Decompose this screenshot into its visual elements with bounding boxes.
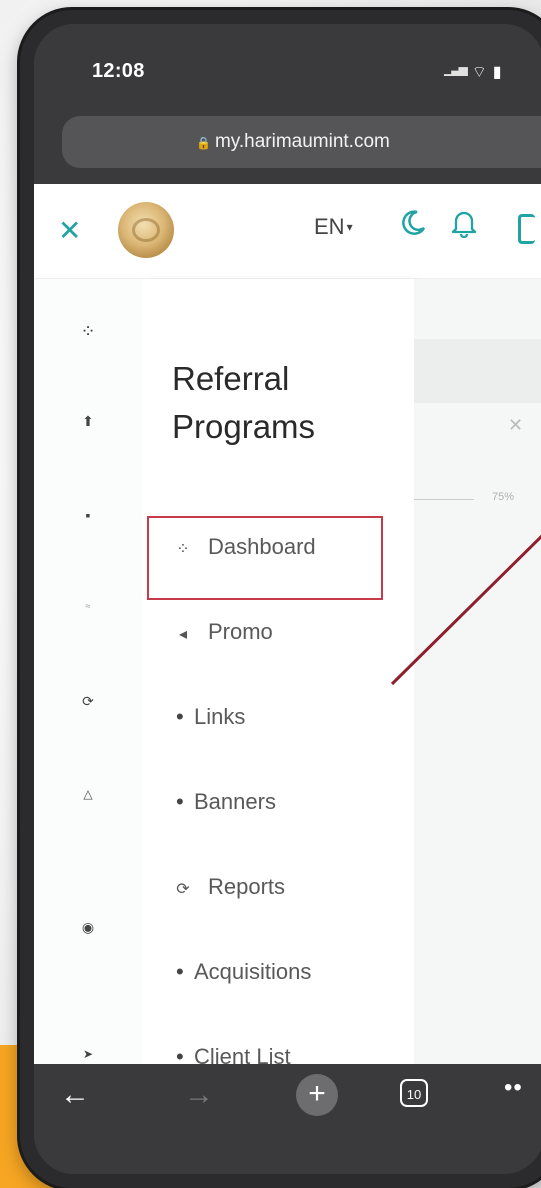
menu-item-promo[interactable]: ◂ Promo — [172, 619, 273, 645]
lock-icon: 🔒 — [196, 136, 211, 150]
user-icon[interactable]: ⬆ — [78, 413, 98, 430]
new-tab-plus-icon[interactable]: + — [296, 1074, 338, 1116]
menu-item-reports[interactable]: ⟳ Reports — [172, 874, 285, 900]
dashboard-grid-icon[interactable]: ⁘ — [78, 321, 98, 342]
bullet: • — [176, 704, 184, 729]
shield-icon[interactable]: △ — [78, 787, 98, 801]
referral-icon[interactable]: ◉ — [78, 919, 98, 936]
background-band — [414, 339, 541, 403]
menu-label: Reports — [208, 874, 286, 899]
language-selector[interactable]: EN ▾ — [314, 214, 353, 240]
panel-title: Referral Programs — [172, 360, 316, 445]
webpage: ✕ EN ▾ ⁘ ⬆ ▪ ≈ ⟳ △ ◉ ➤ Referral Programs… — [34, 184, 541, 1069]
menu-label: Banners — [194, 789, 276, 814]
wifi-icon: ⌔ — [471, 64, 487, 81]
close-icon-faded: ✕ — [508, 415, 524, 435]
refresh-rail-icon[interactable]: ⟳ — [78, 693, 98, 710]
url-display[interactable]: 🔒 my.harimaumint.com — [196, 131, 390, 153]
forward-arrow-icon[interactable]: → — [184, 1078, 214, 1112]
background-content: ✕ 75% — [414, 279, 541, 1069]
more-dots-icon[interactable]: •• — [504, 1074, 523, 1102]
referral-menu-panel: Referral Programs ⁘ Dashboard ◂ Promo • Lin… — [142, 279, 414, 1069]
menu-label: Links — [194, 704, 246, 729]
language-label: EN — [314, 214, 345, 239]
menu-label: Promo — [208, 619, 273, 644]
menu-item-links[interactable]: • Links — [176, 704, 245, 730]
bell-icon[interactable] — [450, 208, 478, 238]
status-bar: 12:08 ▁▃▅ ⌔ ▮ — [34, 24, 541, 110]
progress-track — [414, 499, 474, 500]
icon-rail: ⁘ ⬆ ▪ ≈ ⟳ △ ◉ ➤ — [34, 279, 142, 1069]
coins-icon[interactable]: ≈ — [78, 601, 98, 611]
site-header: ✕ EN ▾ — [34, 184, 541, 279]
megaphone-icon: ◂ — [178, 626, 188, 643]
phone-frame: 12:08 ▁▃▅ ⌔ ▮ 🔒my.harimaumint.com ⇪ ✕ EN… — [20, 10, 541, 1188]
tab-count-button[interactable]: 10 — [400, 1079, 428, 1107]
progress-percent: 75% — [492, 491, 515, 503]
close-icon[interactable]: ✕ — [58, 214, 81, 247]
tab-count: 10 — [406, 1087, 422, 1102]
bullet: • — [176, 959, 184, 984]
menu-label: Acquisitions — [194, 959, 312, 984]
phone-screen: 12:08 ▁▃▅ ⌔ ▮ 🔒my.harimaumint.com ⇪ ✕ EN… — [34, 24, 541, 1174]
refresh-icon: ⟳ — [176, 881, 190, 898]
status-time: 12:08 — [92, 60, 145, 82]
status-icons: ▁▃▅ ⌔ ▮ — [444, 62, 502, 82]
battery-icon: ▮ — [492, 64, 502, 81]
bullet: • — [176, 789, 184, 814]
browser-toolbar: ← → + 10 •• — [34, 1064, 541, 1174]
annotation-highlight-box — [147, 516, 383, 600]
chevron-down-icon: ▾ — [346, 220, 353, 234]
back-arrow-icon[interactable]: ← — [60, 1078, 90, 1112]
url-text: my.harimaumint.com — [214, 131, 390, 152]
wallet-rail-icon[interactable]: ▪ — [78, 507, 98, 523]
moon-icon[interactable] — [398, 208, 428, 238]
signal-bars-icon: ▁▃▅ — [444, 62, 468, 76]
tiger-logo[interactable] — [118, 202, 174, 258]
address-bar[interactable]: 🔒my.harimaumint.com ⇪ — [62, 116, 541, 168]
menu-item-acquisitions[interactable]: • Acquisitions — [176, 959, 311, 985]
wallet-icon[interactable] — [518, 214, 535, 244]
send-icon[interactable]: ➤ — [78, 1047, 98, 1061]
menu-item-banners[interactable]: • Banners — [176, 789, 276, 815]
